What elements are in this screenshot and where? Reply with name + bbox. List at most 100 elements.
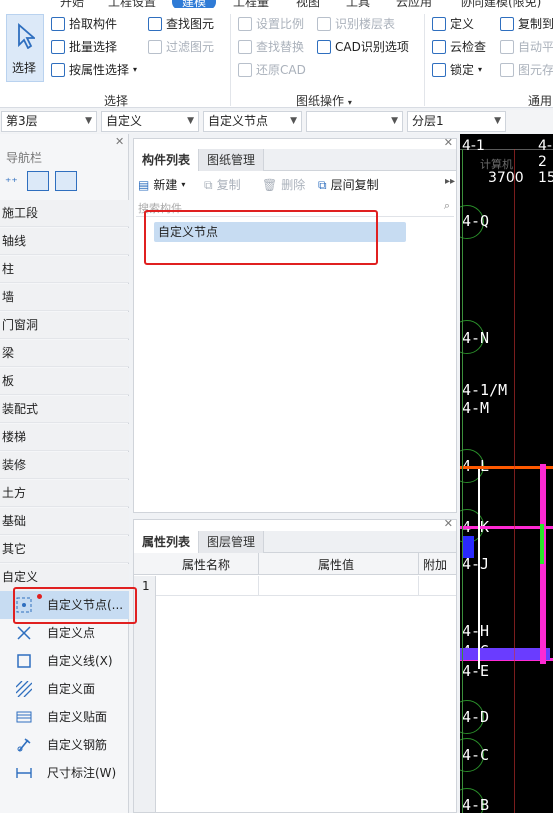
- set-scale-label: 设置比例: [256, 17, 305, 31]
- axis-label: 4-C: [462, 746, 490, 764]
- new-button[interactable]: ▤ 新建 ▾: [138, 176, 185, 194]
- canvas-top: 4-1 4-2: [460, 134, 553, 170]
- chevron-down-icon: ▼: [85, 116, 92, 126]
- filter-element-button[interactable]: 过滤图元: [148, 38, 214, 56]
- menu-project-settings[interactable]: 工程设置: [108, 0, 156, 8]
- chevron-down-icon: ▾: [133, 65, 138, 74]
- menu-collab[interactable]: 协同建模(限免): [460, 0, 541, 8]
- tab-drawing-management[interactable]: 图纸管理: [199, 149, 265, 171]
- nav-item-custom-face[interactable]: 自定义面: [0, 675, 129, 703]
- chevron-down-icon: ▼: [391, 116, 398, 126]
- menu-modeling[interactable]: 建模: [172, 0, 217, 8]
- copy-to-icon: [500, 17, 514, 31]
- menu-cloud[interactable]: 云应用: [396, 0, 432, 8]
- menu-start[interactable]: 开始: [60, 0, 84, 8]
- nav-item-custom-paste-face[interactable]: 自定义贴面: [0, 703, 129, 731]
- drawing-canvas[interactable]: 4-1 4-2 计算机 3700 15 4-Q 4-N 4-1/M 4-M 4-…: [460, 134, 553, 813]
- close-icon[interactable]: ✕: [115, 135, 124, 148]
- close-icon[interactable]: ✕: [444, 136, 453, 149]
- nav-cat-prefab[interactable]: 装配式: [0, 396, 129, 423]
- menu-quantity[interactable]: 工程量: [233, 0, 269, 8]
- group-drawing-label: 图纸操作 ▾: [296, 94, 352, 108]
- axis-label: 4-2: [538, 138, 552, 170]
- find-icon: [148, 17, 162, 31]
- delete-button[interactable]: 🗑 删除: [262, 176, 305, 194]
- nav-cat-beam[interactable]: 梁: [0, 340, 129, 367]
- lock-button[interactable]: 锁定 ▾: [432, 61, 482, 79]
- type-select[interactable]: 自定义 ▼: [101, 111, 199, 132]
- group-general-label: 通用: [528, 94, 553, 108]
- axis-label: 4-Q: [462, 212, 490, 230]
- tab-layer-management[interactable]: 图层管理: [199, 531, 265, 553]
- nav-cat-foundation[interactable]: 基础: [0, 508, 129, 535]
- pick-component-button[interactable]: 拾取构件: [51, 15, 117, 33]
- restore-cad-label: 还原CAD: [256, 63, 306, 77]
- define-icon: [432, 17, 446, 31]
- batch-select-button[interactable]: 批量选择: [51, 38, 117, 56]
- pin-icon[interactable]: ⁺⁺: [5, 175, 18, 189]
- auto-flat-button[interactable]: 自动平: [500, 38, 553, 56]
- define-button[interactable]: 定义: [432, 15, 474, 33]
- nav-cat-other[interactable]: 其它: [0, 536, 129, 563]
- element-save-button[interactable]: 图元存: [500, 61, 553, 79]
- floor-copy-button[interactable]: ⧉ 层间复制: [318, 176, 379, 194]
- dimension-text: 3700: [488, 170, 524, 186]
- more-icon[interactable]: ▸▸: [445, 176, 455, 187]
- nav-cat-decoration[interactable]: 装修: [0, 452, 129, 479]
- define-label: 定义: [450, 17, 475, 31]
- nav-cat-column[interactable]: 柱: [0, 256, 129, 283]
- select-by-attr-button[interactable]: 按属性选择 ▾: [51, 61, 137, 79]
- nav-cat-door-window[interactable]: 门窗洞: [0, 312, 129, 339]
- nav-cat-wall[interactable]: 墙: [0, 284, 129, 311]
- layer-select[interactable]: 分层1 ▼: [407, 111, 506, 132]
- recognize-floor-button[interactable]: 识别楼层表: [317, 15, 395, 33]
- cad-options-label: CAD识别选项: [335, 40, 409, 54]
- select-big-button[interactable]: 选择: [6, 14, 44, 82]
- property-table-header: 属性名称 属性值 附加: [134, 553, 456, 575]
- nav-cat-slab[interactable]: 板: [0, 368, 129, 395]
- blank-select[interactable]: ▼: [306, 111, 403, 132]
- search-icon[interactable]: ⌕: [444, 199, 450, 213]
- menu-view[interactable]: 视图: [296, 0, 320, 8]
- nav-item-custom-rebar[interactable]: 自定义钢筋: [0, 731, 129, 759]
- restore-cad-button[interactable]: 还原CAD: [238, 61, 306, 79]
- floor-select[interactable]: 第3层 ▼: [1, 111, 97, 132]
- copy-to-button[interactable]: 复制到: [500, 15, 553, 33]
- custom-point-icon: [17, 626, 31, 640]
- close-icon[interactable]: ✕: [444, 517, 453, 530]
- nav-cat-stair[interactable]: 楼梯: [0, 424, 129, 451]
- find-element-button[interactable]: 查找图元: [148, 15, 214, 33]
- tab-property-list[interactable]: 属性列表: [134, 531, 200, 553]
- nav-item-custom-line[interactable]: 自定义线(X): [0, 647, 129, 675]
- copy-button[interactable]: ⧉ 复制: [204, 176, 241, 194]
- set-scale-button[interactable]: 设置比例: [238, 15, 304, 33]
- nav-cat-earthwork[interactable]: 土方: [0, 480, 129, 507]
- nav-cat-axis[interactable]: 轴线: [0, 228, 129, 255]
- find-elem-label: 查找图元: [166, 17, 215, 31]
- nav-item-dimension[interactable]: 尺寸标注(W): [0, 759, 129, 787]
- col-property-name: 属性名称: [182, 558, 231, 572]
- menu-tools[interactable]: 工具: [346, 0, 370, 8]
- divider: [230, 14, 231, 106]
- restore-icon: [238, 63, 252, 77]
- custom-rebar-label: 自定义钢筋: [47, 738, 108, 752]
- table-row[interactable]: [156, 576, 456, 596]
- custom-paste-face-icon: [16, 711, 32, 723]
- floor-copy-icon: ⧉: [318, 178, 327, 192]
- subtype-select[interactable]: 自定义节点 ▼: [203, 111, 302, 132]
- detail-view-icon[interactable]: [55, 171, 77, 191]
- copy-icon: ⧉: [204, 178, 213, 192]
- tab-component-list[interactable]: 构件列表: [134, 149, 200, 171]
- nav-cat-construction-section[interactable]: 施工段: [0, 200, 129, 227]
- axis-label: 4-1/M: [462, 381, 508, 399]
- group-select-label: 选择: [104, 94, 129, 108]
- chevron-down-icon: ▼: [187, 116, 194, 126]
- list-view-icon[interactable]: [27, 171, 49, 191]
- axis-label: 4-D: [462, 708, 490, 726]
- cloud-check-button[interactable]: 云检查: [432, 38, 486, 56]
- cad-options-button[interactable]: CAD识别选项: [317, 38, 409, 56]
- column-block: [462, 536, 474, 558]
- batch-label: 批量选择: [69, 40, 118, 54]
- ribbon: 选择 拾取构件 批量选择 按属性选择 ▾ 查找图元 过滤图元 选择 设置比例 识别…: [0, 8, 553, 108]
- find-replace-button[interactable]: 查找替换: [238, 38, 304, 56]
